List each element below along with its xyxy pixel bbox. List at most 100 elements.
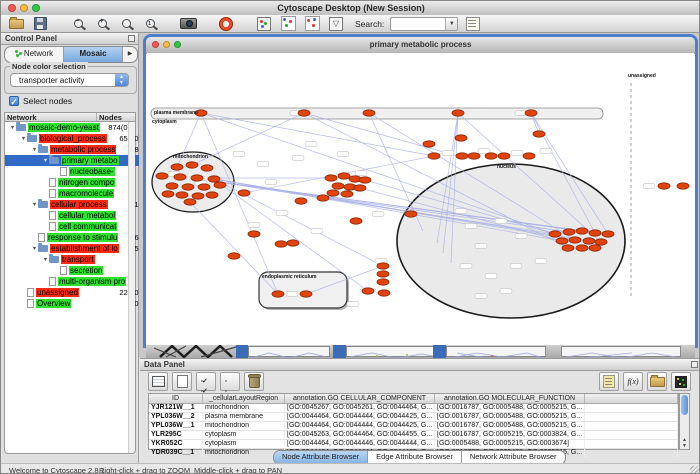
network-node[interactable] <box>201 165 213 171</box>
resize-grip[interactable] <box>690 466 700 474</box>
tree-item[interactable]: Overview8(0) <box>5 298 143 309</box>
table-scrollbar[interactable]: ▲▼ <box>679 393 690 450</box>
network-node[interactable] <box>174 174 186 180</box>
network-node[interactable] <box>456 153 468 159</box>
network-node[interactable] <box>525 110 537 116</box>
network-node[interactable] <box>363 110 375 116</box>
network-node[interactable] <box>589 230 601 236</box>
zoom-in-button[interactable]: + <box>93 17 111 31</box>
network-node[interactable] <box>602 231 614 237</box>
tab-mosaic[interactable]: Mosaic <box>64 47 123 62</box>
network-node[interactable] <box>171 164 183 170</box>
network-node[interactable] <box>377 263 389 269</box>
network-node[interactable] <box>359 177 371 183</box>
network-node[interactable] <box>468 153 480 159</box>
network-node[interactable] <box>238 190 250 196</box>
network-canvas[interactable]: plasma membrane cytoplasm mitochondrion … <box>147 53 694 345</box>
network-node[interactable] <box>485 153 497 159</box>
network-node[interactable] <box>677 183 689 189</box>
annotation-pad-button[interactable] <box>599 372 619 391</box>
network-node[interactable] <box>523 153 535 159</box>
zoom-out-button[interactable]: − <box>69 17 87 31</box>
network-node[interactable] <box>272 291 284 297</box>
network-node[interactable] <box>156 173 168 179</box>
column-header[interactable]: ID <box>149 394 203 403</box>
attribute-table-button[interactable] <box>148 372 168 391</box>
network-node[interactable] <box>338 173 350 179</box>
network-node[interactable] <box>325 175 337 181</box>
select-nodes-checkbox[interactable]: ✓ <box>9 96 19 106</box>
search-dropdown-icon[interactable]: ▼ <box>445 18 457 30</box>
tree-header-network[interactable]: Network <box>5 113 97 121</box>
expand-triangle-icon[interactable]: ▼ <box>42 257 49 263</box>
expand-triangle-icon[interactable]: ▼ <box>31 202 38 208</box>
zoom-selected-button[interactable] <box>117 17 135 31</box>
network-node[interactable] <box>300 291 312 297</box>
function-builder-button[interactable]: f(x) <box>623 372 643 391</box>
tree-scrollbar[interactable] <box>128 122 135 453</box>
network-node[interactable] <box>362 288 374 294</box>
expand-triangle-icon[interactable]: ▼ <box>20 136 27 142</box>
open-session-button[interactable] <box>7 17 25 31</box>
vizmapper-button[interactable] <box>255 17 273 31</box>
window-fragment[interactable] <box>561 346 681 357</box>
column-header[interactable]: annotation.GO CELLULAR_COMPONENT <box>285 394 435 403</box>
network-node[interactable] <box>562 245 574 251</box>
tree-item[interactable]: unassigned223(0) <box>5 287 143 298</box>
destroy-view-button[interactable] <box>303 17 321 31</box>
import-attributes-button[interactable] <box>647 372 667 391</box>
frame-minimize-icon[interactable] <box>163 41 170 48</box>
network-view-titlebar[interactable]: primary metabolic process <box>146 37 695 54</box>
delete-attribute-button[interactable] <box>244 372 264 391</box>
expand-triangle-icon[interactable]: ▼ <box>31 147 38 153</box>
column-header[interactable]: _cellularLayoutRegion <box>203 394 285 403</box>
network-node[interactable] <box>583 238 595 244</box>
network-node[interactable] <box>166 183 178 189</box>
network-node[interactable] <box>377 279 389 285</box>
network-node[interactable] <box>275 241 287 247</box>
zoom-fit-button[interactable]: 1 <box>141 17 159 31</box>
network-node[interactable] <box>533 131 545 137</box>
network-node[interactable] <box>176 192 188 198</box>
network-node[interactable] <box>228 253 240 259</box>
network-node[interactable] <box>549 231 561 237</box>
network-node[interactable] <box>298 110 310 116</box>
tab-network[interactable]: Network <box>5 47 64 62</box>
table-row[interactable]: YLR295Ccytoplasm[GO:0045263, GO:0044464,… <box>149 431 678 440</box>
network-node[interactable] <box>658 183 670 189</box>
network-node[interactable] <box>498 153 510 159</box>
network-node[interactable] <box>184 199 196 205</box>
network-node[interactable] <box>208 176 220 182</box>
network-node[interactable] <box>206 192 218 198</box>
tree-item[interactable]: ▼biological_process651(0) <box>5 133 143 144</box>
create-view-button[interactable] <box>279 17 297 31</box>
network-node[interactable] <box>556 238 568 244</box>
network-node[interactable] <box>455 135 467 141</box>
network-node[interactable] <box>192 193 204 199</box>
attribute-options-button[interactable]: ▫▫ <box>220 372 240 391</box>
network-node[interactable] <box>350 218 362 224</box>
minimize-icon[interactable] <box>20 4 28 12</box>
table-row[interactable]: YPL036W__2plasma membrane[GO:0044464, GO… <box>149 413 678 422</box>
network-node[interactable] <box>287 240 299 246</box>
attribute-matrix-button[interactable] <box>671 372 691 391</box>
tab-overflow-arrow[interactable]: ▶ <box>123 47 137 62</box>
float-panel-icon[interactable] <box>128 35 135 42</box>
network-node[interactable] <box>332 183 344 189</box>
network-node[interactable] <box>191 175 203 181</box>
network-node[interactable] <box>576 245 588 251</box>
network-node[interactable] <box>378 290 390 296</box>
tree-item[interactable]: ▼mosaic-demo-yeast874(0) <box>5 122 132 133</box>
network-node[interactable] <box>317 195 329 201</box>
network-node[interactable] <box>327 190 339 196</box>
scrollbar-arrows[interactable]: ▲▼ <box>680 437 689 449</box>
window-fragment[interactable] <box>446 346 546 357</box>
network-node[interactable] <box>162 191 174 197</box>
network-node[interactable] <box>186 162 198 168</box>
network-node[interactable] <box>295 198 307 204</box>
table-row[interactable]: YKR052Ccytoplasm[GO:0044464, GO:0044446,… <box>149 440 678 449</box>
column-header[interactable]: annotation.GO MOLECULAR_FUNCTION <box>435 394 585 403</box>
network-node[interactable] <box>248 231 260 237</box>
annotations-button[interactable] <box>464 17 482 31</box>
window-fragment[interactable] <box>248 346 330 357</box>
